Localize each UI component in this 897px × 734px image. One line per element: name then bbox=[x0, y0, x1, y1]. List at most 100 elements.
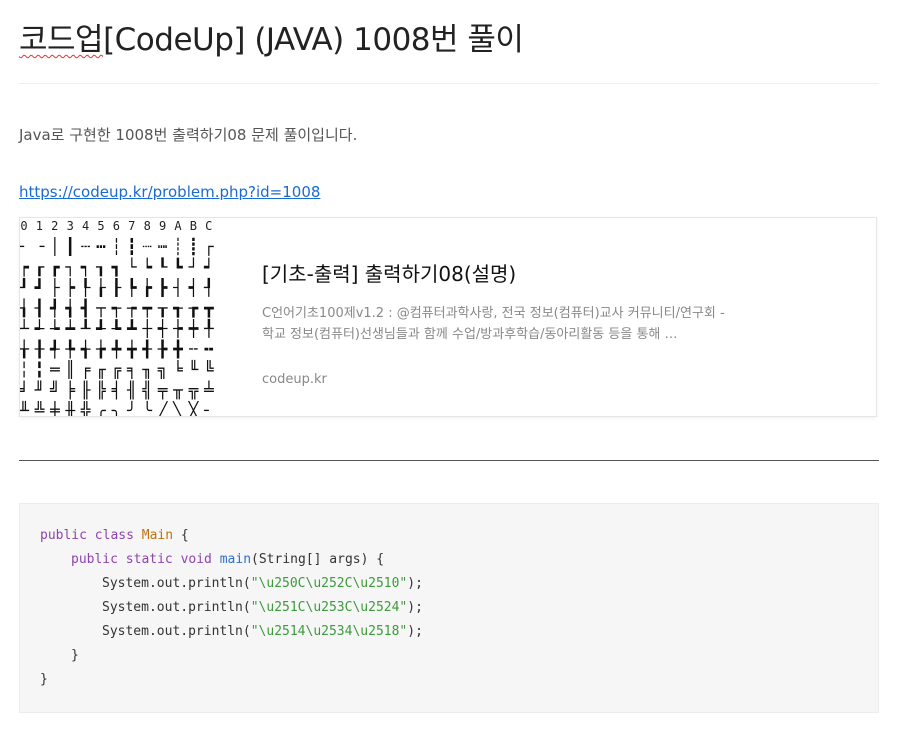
thumbnail-header-label: 1 bbox=[36, 219, 43, 233]
thumbnail-glyph: ┖ bbox=[158, 257, 168, 277]
thumbnail-glyph: ┍ bbox=[20, 258, 29, 278]
thumbnail-glyph: ╳ bbox=[188, 401, 200, 416]
thumbnail-glyph: ┩ bbox=[49, 299, 60, 319]
card-thumbnail: 0 1 2 3 4 5 6 7 8 9 A B C ╴ ╶ │ ┃ ┄ ┅ ┆ ┇ ┈ ┉ ┊ ┋ ┌ ┍ ┎ ┏ ┐ ┑ ┒ ┓ └ ┕ ┖ ┗ ┘ ┙ ┚… bbox=[20, 218, 220, 416]
thumbnail-glyph: ╝ bbox=[49, 381, 60, 400]
thumbnail-header-label: 6 bbox=[113, 219, 120, 233]
thumbnail-glyph: ╜ bbox=[35, 380, 45, 400]
thumbnail-glyph: ╛ bbox=[20, 380, 29, 400]
code-text: System.out.println( bbox=[102, 624, 251, 639]
thumbnail-glyph: ┞ bbox=[81, 277, 91, 297]
thumbnail-glyph: ┣ bbox=[158, 277, 168, 297]
page-title: 코드업[CodeUp] (JAVA) 1008번 풀이 bbox=[19, 14, 524, 59]
thumbnail-glyph: ┌ bbox=[204, 237, 214, 256]
thumbnail-glyph: ┈ bbox=[142, 237, 152, 256]
code-line-2: public static void main(String[] args) { bbox=[71, 552, 384, 567]
thumbnail-glyph: ╕ bbox=[126, 360, 137, 380]
thumbnail-glyph: ├ bbox=[50, 277, 60, 297]
code-string: "\u251C\u253C\u2524" bbox=[250, 600, 408, 615]
thumbnail-glyph: │ bbox=[50, 236, 60, 256]
thumbnail-glyph: ┒ bbox=[95, 258, 106, 277]
thumbnail-glyph: ┢ bbox=[142, 277, 152, 297]
problem-link[interactable]: https://codeup.kr/problem.php?id=1008 bbox=[19, 183, 320, 201]
thumbnail-glyph: ╞ bbox=[65, 380, 75, 400]
thumbnail-glyph: ╋ bbox=[172, 339, 183, 359]
thumbnail-glyph: ╂ bbox=[34, 339, 45, 359]
thumbnail-glyph: ┓ bbox=[111, 258, 122, 278]
thumbnail-glyph: ╔ bbox=[112, 360, 123, 379]
thumbnail-glyph: ┳ bbox=[203, 299, 214, 319]
thumbnail-glyph: ╈ bbox=[126, 340, 137, 360]
thumbnail-glyph: ┊ bbox=[173, 237, 183, 256]
thumbnail-glyph: ╌ bbox=[189, 340, 199, 359]
thumbnail-glyph: ╬ bbox=[80, 401, 92, 416]
thumbnail-glyph: ╓ bbox=[96, 360, 106, 379]
thumbnail-header-label: C bbox=[205, 219, 212, 233]
thumbnail-glyph: ╉ bbox=[141, 339, 152, 359]
card-title[interactable]: [기초-출력] 출력하기08(설명) bbox=[262, 258, 516, 287]
thumbnail-header-label: B bbox=[190, 219, 197, 233]
thumbnail-glyph: ╥ bbox=[172, 381, 183, 400]
thumbnail-glyph: ╴ bbox=[203, 401, 214, 416]
thumbnail-glyph: ┐ bbox=[64, 258, 75, 277]
thumbnail-glyph: ┰ bbox=[157, 299, 168, 318]
thumbnail-glyph: ╣ bbox=[141, 380, 152, 400]
thumbnail-header-label: 9 bbox=[159, 219, 166, 233]
code-keyword: public static void bbox=[71, 552, 212, 567]
thumbnail-glyph: ║ bbox=[65, 359, 75, 379]
thumbnail-glyph: ╢ bbox=[126, 380, 137, 400]
thumbnail-glyph: ┙ bbox=[203, 258, 214, 277]
thumbnail-glyph: ┱ bbox=[172, 299, 183, 319]
thumbnail-glyph: ┼ bbox=[141, 318, 152, 338]
link-preview-card[interactable]: 0 1 2 3 4 5 6 7 8 9 A B C ╴ ╶ │ ┃ ┄ ┅ ┆ ┇ ┈ ┉ ┊ ┋ ┌ ┍ ┎ ┏ ┐ ┑ ┒ ┓ └ ┕ ┖ ┗ ┘ ┙ ┚… bbox=[19, 217, 877, 417]
thumbnail-glyph: ╧ bbox=[203, 381, 214, 400]
thumbnail-header-label: 5 bbox=[97, 219, 104, 233]
intro-text: Java로 구현한 1008번 출력하기08 문제 풀이입니다. bbox=[19, 126, 358, 144]
thumbnail-glyph: ╗ bbox=[157, 360, 168, 379]
thumbnail-glyph: ┯ bbox=[141, 299, 152, 319]
thumbnail-glyph: ╏ bbox=[35, 360, 45, 379]
thumbnail-glyph: ┿ bbox=[188, 318, 199, 338]
thumbnail-glyph: ┅ bbox=[96, 237, 106, 256]
code-string: "\u250C\u252C\u2510" bbox=[250, 576, 408, 591]
thumbnail-glyph: ┏ bbox=[50, 258, 60, 278]
thumbnail-glyph: ═ bbox=[49, 360, 60, 379]
thumbnail-glyph: ╯ bbox=[126, 400, 137, 416]
title-prefix: 코드업 bbox=[19, 22, 104, 58]
thumbnail-glyph: ┮ bbox=[126, 299, 137, 319]
thumbnail-glyph: ┭ bbox=[111, 299, 122, 319]
code-text: ); bbox=[407, 600, 423, 615]
code-function-name: main bbox=[219, 552, 252, 567]
thumbnail-glyph: ┡ bbox=[127, 277, 137, 297]
thumbnail-glyph: ┗ bbox=[173, 258, 183, 277]
thumbnail-glyph: ┝ bbox=[65, 277, 75, 297]
code-text: { bbox=[173, 528, 189, 543]
code-text: ); bbox=[407, 624, 423, 639]
thumbnail-glyph: ╆ bbox=[95, 339, 106, 359]
code-line-5: System.out.println("\u2514\u2534\u2518")… bbox=[102, 624, 423, 639]
box-drawing-chart-image: 0 1 2 3 4 5 6 7 8 9 A B C ╴ ╶ │ ┃ ┄ ┅ ┆ ┇ ┈ ┉ ┊ ┋ ┌ ┍ ┎ ┏ ┐ ┑ ┒ ┓ └ ┕ ┖ ┗ ┘ ┙ ┚… bbox=[20, 219, 215, 416]
code-line-7: } bbox=[40, 672, 48, 687]
code-keyword: public class bbox=[40, 528, 134, 543]
thumbnail-glyph: ╭ bbox=[96, 401, 106, 416]
thumbnail-glyph: └ bbox=[127, 257, 137, 277]
thumbnail-glyph: ╠ bbox=[96, 380, 107, 400]
thumbnail-glyph: ┬ bbox=[95, 299, 106, 318]
thumbnail-glyph: ╊ bbox=[157, 339, 168, 359]
thumbnail-glyph: ┲ bbox=[188, 299, 199, 319]
thumbnail-glyph: ╮ bbox=[111, 401, 122, 416]
title-rest: [CodeUp] (JAVA) 1008번 풀이 bbox=[103, 22, 524, 58]
thumbnail-glyph: ┕ bbox=[142, 258, 152, 277]
thumbnail-glyph: ╫ bbox=[64, 400, 75, 416]
thumbnail-glyph: ╒ bbox=[81, 360, 91, 380]
thumbnail-glyph: ╀ bbox=[203, 318, 214, 338]
thumbnail-glyph: ┹ bbox=[95, 319, 106, 338]
thumbnail-glyph: ┧ bbox=[20, 298, 29, 318]
thumbnail-glyph: ┋ bbox=[189, 237, 199, 256]
thumbnail-glyph: ╰ bbox=[142, 400, 152, 416]
thumbnail-glyph: ╚ bbox=[204, 360, 215, 379]
code-block: public class Main { public static void m… bbox=[19, 503, 879, 713]
code-string: "\u2514\u2534\u2518" bbox=[250, 624, 408, 639]
thumbnail-glyph: ┟ bbox=[96, 277, 106, 297]
thumbnail-header-label: A bbox=[174, 219, 182, 233]
